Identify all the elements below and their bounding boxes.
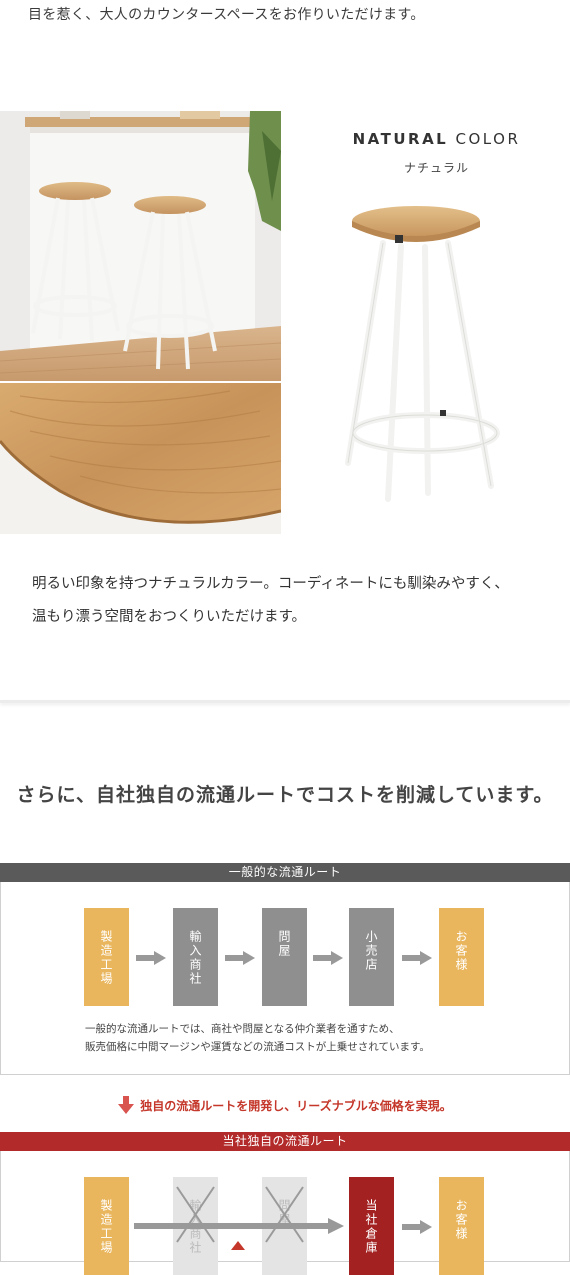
general-step-importer: 輸入商社 xyxy=(173,908,218,1006)
arrow-right-icon xyxy=(225,951,255,965)
cross-icon xyxy=(265,1186,304,1243)
general-route-title: 一般的な流通ルート xyxy=(0,863,570,882)
own-route-title: 当社独自の流通ルート xyxy=(0,1132,570,1151)
arrow-up-icon xyxy=(231,1241,245,1250)
own-step-factory: 製造工場 xyxy=(84,1177,129,1275)
general-step-wholesaler: 問屋 xyxy=(262,908,307,1006)
arrow-down-icon xyxy=(118,1096,135,1114)
color-title-bold: NATURAL xyxy=(352,130,449,148)
section-divider xyxy=(0,700,570,703)
general-route-note: 一般的な流通ルートでは、商社や問屋となる仲介業者を通すため、 販売価格に中間マー… xyxy=(85,1020,430,1056)
arrow-right-icon xyxy=(402,951,432,965)
arrow-right-icon xyxy=(402,1220,432,1234)
product-description: 明るい印象を持つナチュラルカラー。コーディネートにも馴染みやすく、 温もり漂う空… xyxy=(32,568,509,634)
reveal-text: 独自の流通ルートを開発し、リーズナブルな価格を実現。 xyxy=(140,1099,452,1113)
arrow-right-icon xyxy=(313,951,343,965)
general-step-customer: お客様 xyxy=(439,908,484,1006)
cross-icon xyxy=(176,1186,215,1243)
product-photo-room xyxy=(0,111,281,534)
own-step-warehouse: 当社倉庫 xyxy=(349,1177,394,1275)
note-line-2: 販売価格に中間マージンや運賃などの流通コストが上乗せされています。 xyxy=(85,1041,430,1053)
general-step-retailer: 小売店 xyxy=(349,908,394,1006)
section-headline: さらに、自社独自の流通ルートでコストを削減しています。 xyxy=(16,784,554,806)
color-title: NATURAL COLOR xyxy=(303,130,570,148)
own-step-customer: お客様 xyxy=(439,1177,484,1275)
long-arrow-right-icon xyxy=(134,1218,344,1234)
reveal-message: 独自の流通ルートを開発し、リーズナブルな価格を実現。 xyxy=(0,1096,570,1114)
arrow-right-icon xyxy=(136,951,166,965)
color-subtitle: ナチュラル xyxy=(403,161,469,175)
color-title-light: COLOR xyxy=(455,130,521,148)
description-line-2: 温もり漂う空間をおつくりいただけます。 xyxy=(32,609,307,625)
intro-text: 目を惹く、大人のカウンタースペースをお作りいただけます。 xyxy=(28,7,425,23)
description-line-1: 明るい印象を持つナチュラルカラー。コーディネートにも馴染みやすく、 xyxy=(32,576,509,592)
note-line-1: 一般的な流通ルートでは、商社や問屋となる仲介業者を通すため、 xyxy=(85,1023,400,1035)
general-step-factory: 製造工場 xyxy=(84,908,129,1006)
